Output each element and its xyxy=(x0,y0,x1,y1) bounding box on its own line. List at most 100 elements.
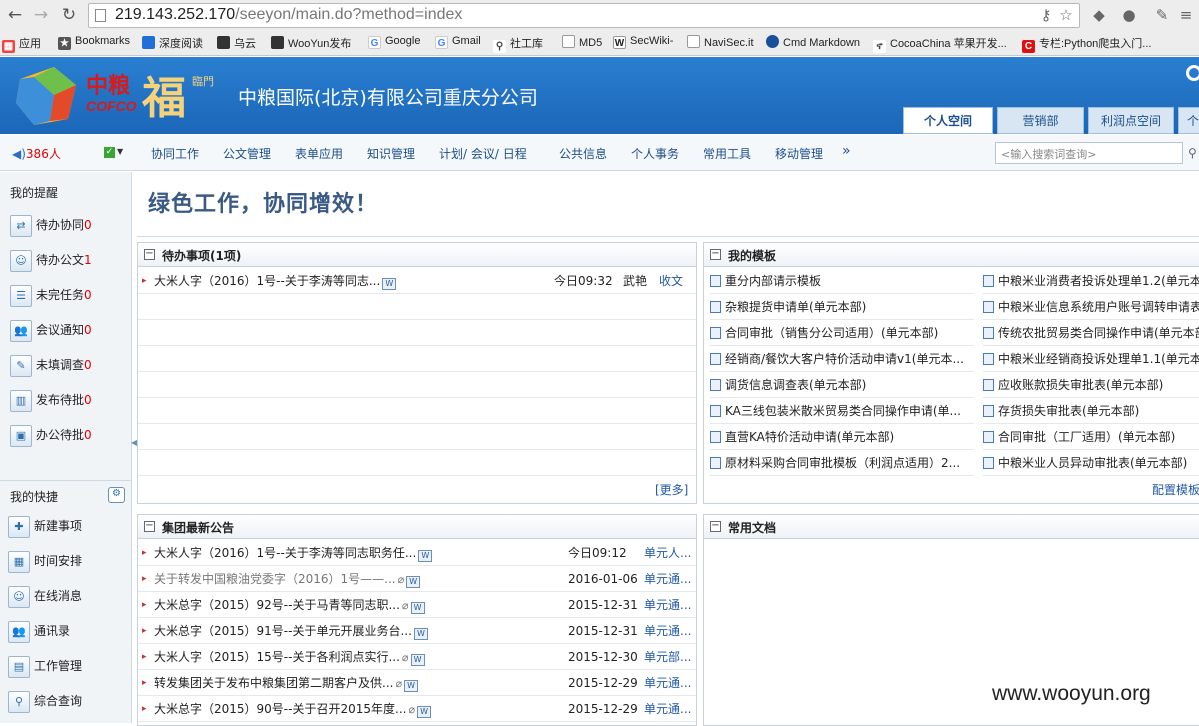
bookmark-navisec[interactable]: NaviSec.it xyxy=(687,35,754,49)
settings-icon[interactable] xyxy=(1186,65,1199,81)
globe-icon[interactable]: ● xyxy=(1120,6,1138,24)
bookmark-cocoachina[interactable]: ኖ CocoaChina 苹果开发... xyxy=(873,35,1007,53)
tab-personal-space[interactable]: 个人空间 xyxy=(903,107,993,134)
bookmark-sgk[interactable]: ⚲ 社工库 xyxy=(493,35,543,53)
template-item[interactable]: 中粮米业人员异动审批表(单元本部) xyxy=(983,450,1199,476)
template-item[interactable]: 重分内部请示模板 xyxy=(710,268,974,294)
menu-forms[interactable]: 表单应用 xyxy=(295,145,343,162)
reload-icon[interactable]: ↻ xyxy=(58,4,80,26)
reminder-surveys[interactable]: ✎ 未填调查0 xyxy=(10,352,92,378)
notice-row[interactable]: ▸ 转发集团关于发布中粮集团第二期客户及供... ⌀ W 2015-12-29 单元通..… xyxy=(138,670,696,696)
tools-icon[interactable]: ✎ xyxy=(1153,6,1171,24)
shortcut-contacts[interactable]: 👥 通讯录 xyxy=(8,618,70,644)
shortcut-search[interactable]: ⚲ 综合查询 xyxy=(8,688,82,714)
bookmark-md5[interactable]: MD5 xyxy=(562,35,602,49)
notice-row[interactable]: ▸ 大米人字（2016）1号--关于李涛等同志职务任... W 今日09:12 单元人.… xyxy=(138,540,696,566)
notice-date: 今日09:12 xyxy=(568,546,627,560)
back-icon[interactable]: ← xyxy=(4,4,26,26)
online-users[interactable]: ◀)386人 xyxy=(12,145,61,162)
todo-more-link[interactable]: [更多] xyxy=(655,481,688,498)
collapse-icon[interactable]: − xyxy=(710,521,721,532)
configure-templates-link[interactable]: 配置模板 xyxy=(1152,481,1199,498)
status-dropdown-icon[interactable]: ▼ xyxy=(117,147,123,156)
menu-plan-meeting-schedule[interactable]: 计划/ 会议/ 日程 xyxy=(439,145,527,162)
menu-documents[interactable]: 公文管理 xyxy=(223,145,271,162)
bookmark-python-column[interactable]: C 专栏:Python爬虫入门... xyxy=(1022,35,1151,53)
collapse-icon[interactable]: − xyxy=(710,249,721,260)
search-icon[interactable]: ⚲ xyxy=(1188,146,1197,160)
menu-public-info[interactable]: 公共信息 xyxy=(559,145,607,162)
reminder-unfinished-tasks[interactable]: ☰ 未完任务0 xyxy=(10,282,92,308)
key-icon[interactable]: ⚷ xyxy=(1037,6,1055,24)
menu-personal-affairs[interactable]: 个人事务 xyxy=(631,145,679,162)
shortcut-work-management[interactable]: ▤ 工作管理 xyxy=(8,653,82,679)
template-item[interactable]: 存货损失审批表(单元本部) xyxy=(983,398,1199,424)
bookmark-wooyun-publish[interactable]: WooYun发布 xyxy=(271,35,351,51)
shortcut-schedule[interactable]: ▦ 时间安排 xyxy=(8,548,82,574)
notice-row[interactable]: ▸ 大米总字（2015）90号--关于召开2015年度... ⌀ W 2015-12-2… xyxy=(138,696,696,722)
template-item[interactable]: 合同审批（销售分公司适用）(单元本部) xyxy=(710,320,974,346)
template-item[interactable]: 中粮米业信息系统用户账号调转申请表 xyxy=(983,294,1199,320)
notice-date: 2015-12-29 xyxy=(568,702,638,716)
template-item[interactable]: 调货信息调查表(单元本部) xyxy=(710,372,974,398)
reminder-publish-approval[interactable]: ▥ 发布待批0 xyxy=(10,387,92,413)
search-input[interactable]: <输入搜索词查询> xyxy=(995,142,1183,164)
notice-row[interactable]: ▸ 关于转发中国粮油党委字（2016）1号——... ⌀ W 2016-01-06 单元通… xyxy=(138,566,696,592)
template-item[interactable]: 中粮米业消费者投诉处理单1.2(单元本 xyxy=(983,268,1199,294)
menu-tools[interactable]: 常用工具 xyxy=(703,145,751,162)
extension-icon[interactable]: ◆ xyxy=(1090,6,1108,24)
notice-row[interactable]: ▸ 大米总字（2015）91号--关于单元开展业务台... W 2015-12-31 单… xyxy=(138,618,696,644)
template-item[interactable]: 合同审批（工厂适用）(单元本部) xyxy=(983,424,1199,450)
form-icon xyxy=(983,379,994,391)
menu-collaboration[interactable]: 协同工作 xyxy=(151,145,199,162)
bookmark-reading[interactable]: 深度阅读 xyxy=(142,35,203,51)
arrow-icon: ▸ xyxy=(142,678,147,688)
bookmark-wooyun[interactable]: 乌云 xyxy=(217,35,256,51)
bookmark-cmd-markdown[interactable]: Cmd Markdown xyxy=(766,35,860,49)
notice-department[interactable]: 单元通... xyxy=(644,696,691,721)
notice-department[interactable]: 单元通... xyxy=(644,566,691,591)
reminder-office-approval[interactable]: ▣ 办公待批0 xyxy=(10,422,92,448)
menu-more-icon[interactable]: » xyxy=(842,143,851,159)
menu-knowledge[interactable]: 知识管理 xyxy=(367,145,415,162)
notice-date: 2015-12-29 xyxy=(568,676,638,690)
template-item[interactable]: 原材料采购合同审批模板（利润点适用）2... xyxy=(710,450,974,476)
template-item[interactable]: 直营KA特价活动申请(单元本部) xyxy=(710,424,974,450)
template-item[interactable]: KA三线包装米散米贸易类合同操作申请(单... xyxy=(710,398,974,424)
bookmark-gmail[interactable]: G Gmail xyxy=(435,35,481,49)
menu-icon[interactable]: ≡ xyxy=(1177,6,1195,24)
tab-marketing[interactable]: 营销部 xyxy=(997,107,1084,134)
status-check-icon[interactable]: ✓ xyxy=(104,147,115,158)
notice-department[interactable]: 单元部... xyxy=(644,644,691,669)
notice-department[interactable]: 单元通... xyxy=(644,618,691,643)
reminder-pending-collab[interactable]: ⇄ 待办协同0 xyxy=(10,212,92,238)
address-bar[interactable]: 219.143.252.170/seeyon/main.do?method=in… xyxy=(88,3,1080,28)
notice-row[interactable]: ▸ 大米总字（2015）92号--关于马青等同志职... ⌀ W 2015-12-31 单… xyxy=(138,592,696,618)
collapse-icon[interactable]: − xyxy=(144,249,155,260)
reminder-pending-docs[interactable]: ☺ 待办公文1 xyxy=(10,247,92,273)
notice-department[interactable]: 单元通... xyxy=(644,592,691,617)
shortcut-online-message[interactable]: ☺ 在线消息 xyxy=(8,583,82,609)
star-icon[interactable]: ☆ xyxy=(1057,6,1075,24)
forward-icon[interactable]: → xyxy=(30,4,52,26)
notice-row[interactable]: ▸ 大米人字（2015）15号--关于各利润点实行... ⌀ W 2015-12-30 单… xyxy=(138,644,696,670)
template-item[interactable]: 中粮米业经销商投诉处理单1.1(单元本 xyxy=(983,346,1199,372)
todo-row[interactable]: ▸ 大米人字（2016）1号--关于李涛等同志... W 今日09:32 武艳 收… xyxy=(138,268,696,294)
template-item[interactable]: 传统农批贸易类合同操作申请(单元本部 xyxy=(983,320,1199,346)
bookmark-google[interactable]: G Google xyxy=(368,35,420,49)
tab-profit-center[interactable]: 利润点空间 xyxy=(1088,107,1174,134)
menu-mobile[interactable]: 移动管理 xyxy=(775,145,823,162)
bookmark-apps[interactable]: ▦ 应用 xyxy=(2,35,41,53)
template-item[interactable]: 应收账款损失审批表(单元本部) xyxy=(983,372,1199,398)
template-item[interactable]: 经销商/餐饮大客户特价活动申请v1(单元本... xyxy=(710,346,974,372)
notice-department[interactable]: 单元通... xyxy=(644,670,691,695)
bookmark-secwiki[interactable]: W SecWiki- xyxy=(613,35,673,49)
shortcut-settings-icon[interactable]: ⚙ xyxy=(108,487,125,503)
collapse-icon[interactable]: − xyxy=(144,521,155,532)
template-item[interactable]: 杂粮提货申请单(单元本部) xyxy=(710,294,974,320)
bookmark-bookmarks[interactable]: ★ Bookmarks xyxy=(58,35,130,50)
notice-department[interactable]: 单元人... xyxy=(644,540,691,565)
reminder-meeting-notices[interactable]: 👥 会议通知0 xyxy=(10,317,92,343)
shortcut-new-item[interactable]: ✚ 新建事项 xyxy=(8,513,82,539)
tab-more[interactable]: 个 xyxy=(1178,107,1199,134)
